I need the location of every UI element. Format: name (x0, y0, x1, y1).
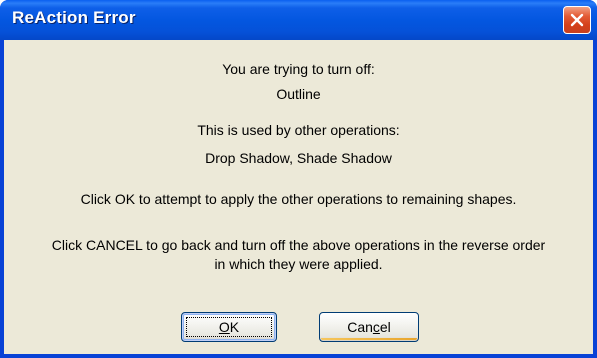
message-dependent-operations: Drop Shadow, Shade Shadow (205, 150, 392, 166)
focus-rectangle (186, 317, 272, 337)
message-cancel-line-2: in which they were applied. (214, 256, 383, 272)
error-dialog: ReAction Error You are trying to turn of… (0, 0, 597, 358)
dialog-title: ReAction Error (12, 8, 136, 27)
close-icon (570, 13, 584, 27)
ok-button[interactable]: OK (181, 312, 277, 342)
close-button[interactable] (563, 6, 591, 34)
message-cancel-line-1: Click CANCEL to go back and turn off the… (51, 237, 546, 253)
dialog-body: You are trying to turn off: Outline This… (4, 40, 593, 354)
message-line-used-by: This is used by other operations: (197, 122, 400, 138)
title-bar[interactable]: ReAction Error (0, 0, 597, 40)
message-line-turn-off: You are trying to turn off: (222, 61, 375, 77)
message-cancel-instruction: Click CANCEL to go back and turn off the… (4, 236, 593, 274)
message-operation-name: Outline (276, 86, 321, 102)
cancel-button-label: Cancel (347, 319, 391, 335)
message-ok-instruction: Click OK to attempt to apply the other o… (80, 191, 517, 207)
cancel-button[interactable]: Cancel (319, 312, 419, 342)
